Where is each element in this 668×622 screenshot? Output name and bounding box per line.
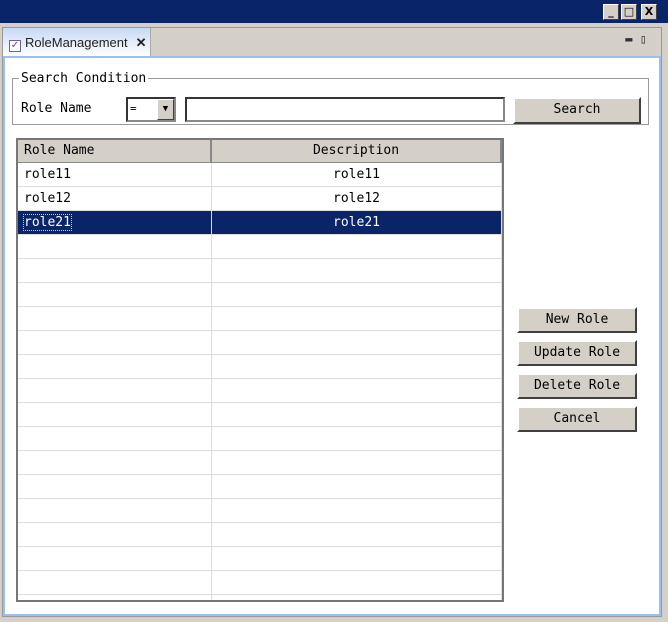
cell-description bbox=[212, 307, 502, 330]
window-titlebar: _ □ X bbox=[0, 0, 668, 23]
table-row[interactable] bbox=[18, 475, 502, 499]
cell-role-name bbox=[18, 451, 212, 474]
cell-description bbox=[212, 403, 502, 426]
cell-description bbox=[212, 379, 502, 402]
search-button[interactable]: Search bbox=[513, 97, 641, 124]
cell-role-name bbox=[18, 595, 212, 600]
table-row[interactable] bbox=[18, 331, 502, 355]
maximize-button[interactable]: □ bbox=[621, 4, 637, 20]
cell-role-name bbox=[18, 523, 212, 546]
tab-role-management[interactable]: ✓ RoleManagement ✕ bbox=[3, 28, 151, 56]
table-row[interactable] bbox=[18, 307, 502, 331]
cell-description bbox=[212, 523, 502, 546]
table-row[interactable] bbox=[18, 595, 502, 600]
table-row[interactable] bbox=[18, 403, 502, 427]
cell-description: role12 bbox=[212, 187, 502, 210]
role-name-label: Role Name bbox=[21, 101, 92, 116]
cell-role-name: role12 bbox=[18, 187, 212, 210]
cell-role-name bbox=[18, 547, 212, 570]
chevron-down-icon[interactable]: ▼ bbox=[157, 99, 174, 120]
close-button[interactable]: X bbox=[641, 4, 657, 20]
delete-role-button[interactable]: Delete Role bbox=[517, 373, 637, 399]
cell-description bbox=[212, 283, 502, 306]
minimize-button[interactable]: _ bbox=[603, 4, 619, 20]
table-row[interactable]: role21 role21 bbox=[18, 211, 502, 235]
maximize-view-icon[interactable]: ▯ bbox=[640, 32, 647, 46]
close-tab-icon[interactable]: ✕ bbox=[136, 35, 147, 50]
table-row[interactable]: role12 role12 bbox=[18, 187, 502, 211]
update-role-button[interactable]: Update Role bbox=[517, 340, 637, 366]
cell-role-name bbox=[18, 427, 212, 450]
table-row[interactable] bbox=[18, 451, 502, 475]
table-row[interactable] bbox=[18, 283, 502, 307]
table-row[interactable] bbox=[18, 547, 502, 571]
table-row[interactable] bbox=[18, 499, 502, 523]
cell-description bbox=[212, 235, 502, 258]
table-row[interactable] bbox=[18, 235, 502, 259]
cell-role-name bbox=[18, 475, 212, 498]
cell-role-name: role11 bbox=[18, 163, 212, 186]
role-table: Role Name Description role11 role11 role12… bbox=[16, 138, 504, 602]
new-role-button[interactable]: New Role bbox=[517, 307, 637, 333]
cell-role-name bbox=[18, 259, 212, 282]
cell-description bbox=[212, 475, 502, 498]
table-row[interactable] bbox=[18, 571, 502, 595]
table-row[interactable] bbox=[18, 259, 502, 283]
cell-description: role21 bbox=[212, 211, 502, 234]
table-header: Role Name Description bbox=[18, 140, 502, 163]
column-header-description[interactable]: Description bbox=[212, 140, 502, 162]
cancel-button[interactable]: Cancel bbox=[517, 406, 637, 432]
cell-role-name bbox=[18, 499, 212, 522]
checkbox-icon: ✓ bbox=[9, 40, 21, 52]
cell-role-name bbox=[18, 235, 212, 258]
cell-description bbox=[212, 355, 502, 378]
cell-description bbox=[212, 259, 502, 282]
minimize-view-icon[interactable]: ▬ bbox=[625, 32, 632, 46]
column-header-role-name[interactable]: Role Name bbox=[18, 140, 212, 162]
cell-role-name bbox=[18, 571, 212, 594]
content-area: Search Condition Role Name = ▼ Search Rol… bbox=[3, 56, 661, 616]
group-legend: Search Condition bbox=[21, 71, 147, 86]
cell-role-name bbox=[18, 403, 212, 426]
cell-description bbox=[212, 571, 502, 594]
cell-role-name bbox=[18, 331, 212, 354]
cell-role-name: role21 bbox=[18, 211, 212, 234]
cell-description bbox=[212, 547, 502, 570]
view-frame: ✓ RoleManagement ✕ ▬ ▯ Search Condition Ro… bbox=[2, 27, 662, 617]
table-row[interactable] bbox=[18, 523, 502, 547]
role-name-input[interactable] bbox=[185, 97, 505, 122]
table-row[interactable]: role11 role11 bbox=[18, 163, 502, 187]
cell-description: role11 bbox=[212, 163, 502, 186]
cell-role-name bbox=[18, 379, 212, 402]
view-controls: ▬ ▯ bbox=[625, 32, 647, 46]
cell-description bbox=[212, 451, 502, 474]
search-condition-group: Search Condition Role Name = ▼ Search bbox=[12, 71, 649, 125]
cell-role-name bbox=[18, 283, 212, 306]
cell-description bbox=[212, 499, 502, 522]
table-row[interactable] bbox=[18, 427, 502, 451]
cell-description bbox=[212, 427, 502, 450]
cell-description bbox=[212, 331, 502, 354]
cell-role-name bbox=[18, 355, 212, 378]
table-row[interactable] bbox=[18, 379, 502, 403]
operator-select[interactable]: = ▼ bbox=[126, 97, 176, 122]
cell-role-name bbox=[18, 307, 212, 330]
table-row[interactable] bbox=[18, 355, 502, 379]
cell-description bbox=[212, 595, 502, 600]
